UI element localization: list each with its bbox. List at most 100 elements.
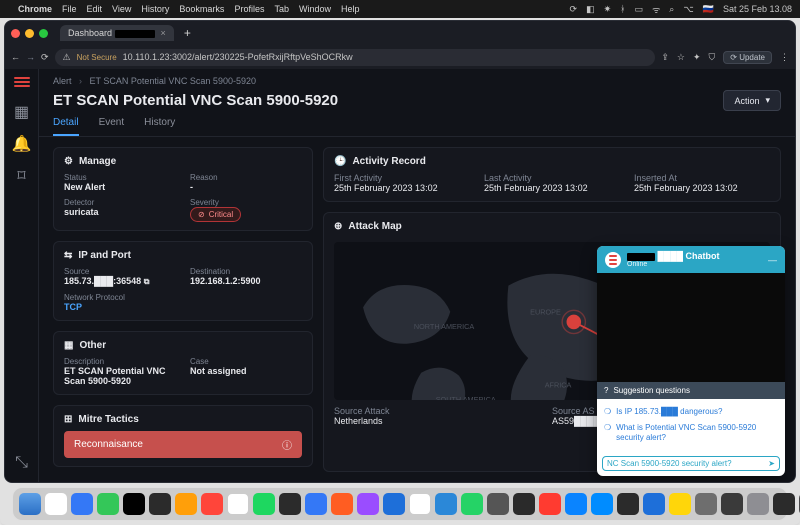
detector-value: suricata <box>64 207 176 217</box>
clock-icon: 🕒 <box>334 156 346 167</box>
wifi-icon[interactable]: ᯤ <box>652 3 660 16</box>
extensions-icon[interactable]: ✦ <box>693 52 701 63</box>
menu-window[interactable]: Window <box>299 4 331 14</box>
tab-strip: Dashboard × + <box>5 21 795 45</box>
control-center-icon[interactable]: ⌥ <box>683 4 693 15</box>
dest-ip[interactable]: 192.168.1.2:5900 <box>190 276 302 286</box>
question-circle-icon: ❍ <box>604 407 611 417</box>
globe-icon: ⊕ <box>334 221 342 232</box>
inserted-at: 25th February 2023 13:02 <box>634 183 770 193</box>
search-icon[interactable]: ⌕ <box>669 4 674 15</box>
chatbot-widget: ████ Chatbot Online — ?Suggestion questi… <box>597 246 785 476</box>
menu-view[interactable]: View <box>112 4 131 14</box>
mitre-card: ⊞Mitre Tactics Reconnaisanceⓘ <box>53 405 313 467</box>
question-circle-icon: ❍ <box>604 423 611 443</box>
severity-badge: ⊘Critical <box>190 207 241 222</box>
rail-alerts-icon[interactable]: 🔔 <box>13 135 31 153</box>
protocol-value: TCP <box>64 302 302 312</box>
svg-text:SOUTH AMERICA: SOUTH AMERICA <box>436 395 496 400</box>
status-icon[interactable]: ✷ <box>604 4 612 15</box>
back-button[interactable]: ← <box>11 52 20 62</box>
activity-card: 🕒Activity Record First Activity25th Febr… <box>323 147 781 202</box>
chat-input[interactable] <box>607 459 768 468</box>
star-icon[interactable]: ☆ <box>677 52 685 63</box>
chatbot-name: ████ Chatbot <box>627 251 720 261</box>
close-tab-icon[interactable]: × <box>161 28 166 38</box>
svg-text:EUROPE: EUROPE <box>530 308 561 317</box>
window-controls[interactable] <box>11 29 48 38</box>
settings-icon: ⚙ <box>64 156 73 167</box>
not-secure-label: Not Secure <box>77 53 117 62</box>
macos-dock[interactable] <box>12 487 788 521</box>
tab-detail[interactable]: Detail <box>53 117 79 136</box>
other-card: ▦Other DescriptionET SCAN Potential VNC … <box>53 331 313 395</box>
macos-menubar: Chrome File Edit View History Bookmarks … <box>0 0 800 18</box>
breadcrumb-root[interactable]: Alert <box>53 76 72 86</box>
breadcrumb-current: ET SCAN Potential VNC Scan 5900-5920 <box>90 76 256 86</box>
menubar-clock[interactable]: Sat 25 Feb 13.08 <box>723 4 792 14</box>
flag-icon[interactable]: 🇷🇺 <box>703 4 714 15</box>
menu-file[interactable]: File <box>62 4 77 14</box>
status-icon[interactable]: ⟳ <box>570 4 578 15</box>
send-icon[interactable]: ➤ <box>768 459 775 468</box>
tactics-icon: ⊞ <box>64 414 72 425</box>
suggestion-2[interactable]: ❍What is Potential VNC Scan 5900-5920 se… <box>604 420 778 446</box>
svg-text:AFRICA: AFRICA <box>545 380 572 389</box>
tab-title: Dashboard <box>68 28 155 38</box>
suggestion-1[interactable]: ❍Is IP 185.73.███ dangerous? <box>604 404 778 420</box>
url-text: 10.110.1.23:3002/alert/230225-PofetRxijR… <box>123 52 353 62</box>
menu-edit[interactable]: Edit <box>87 4 103 14</box>
url-field[interactable]: ⚠ Not Secure 10.110.1.23:3002/alert/2302… <box>55 49 656 66</box>
rail-archive-icon[interactable]: ⌑ <box>13 167 31 185</box>
case-value: Not assigned <box>190 366 302 376</box>
chrome-window: Dashboard × + ← → ⟳ ⚠ Not Secure 10.110.… <box>4 20 796 483</box>
menu-tab[interactable]: Tab <box>274 4 289 14</box>
chat-input-container: ➤ <box>602 456 780 471</box>
address-bar: ← → ⟳ ⚠ Not Secure 10.110.1.23:3002/aler… <box>5 45 795 69</box>
alert-icon: ⊘ <box>198 210 205 219</box>
first-activity: 25th February 2023 13:02 <box>334 183 470 193</box>
menu-help[interactable]: Help <box>341 4 360 14</box>
status-icon[interactable]: ◧ <box>586 4 595 15</box>
chatbot-status: Online <box>627 261 720 268</box>
mitre-tactic-item[interactable]: Reconnaisanceⓘ <box>64 431 302 458</box>
rail-dashboard-icon[interactable]: ▦ <box>13 103 31 121</box>
app-logo[interactable] <box>14 77 30 89</box>
left-rail: ▦ 🔔 ⌑ ⤡ <box>5 69 39 482</box>
question-icon: ? <box>604 386 608 395</box>
minimize-icon[interactable]: — <box>768 255 777 265</box>
breadcrumb: Alert › ET SCAN Potential VNC Scan 5900-… <box>39 69 795 86</box>
tab-history[interactable]: History <box>144 117 175 136</box>
menu-profiles[interactable]: Profiles <box>234 4 264 14</box>
bluetooth-icon[interactable]: ᚼ <box>620 4 625 14</box>
menubar-app[interactable]: Chrome <box>18 4 52 14</box>
rail-expand-icon[interactable]: ⤡ <box>13 454 31 472</box>
reload-button[interactable]: ⟳ <box>41 52 49 63</box>
kebab-menu-icon[interactable]: ⋮ <box>780 52 789 63</box>
page-title: ET SCAN Potential VNC Scan 5900-5920 <box>53 92 338 109</box>
shield-icon[interactable]: ⛉ <box>709 52 716 63</box>
grid-icon: ▦ <box>64 340 73 351</box>
new-tab-button[interactable]: + <box>180 26 195 40</box>
tab-event[interactable]: Event <box>99 117 125 136</box>
chatbot-body <box>597 273 785 382</box>
network-icon: ⇆ <box>64 250 72 261</box>
info-icon: ⓘ <box>282 437 292 452</box>
content-tabs: Detail Event History <box>39 111 795 137</box>
browser-tab[interactable]: Dashboard × <box>60 25 174 41</box>
suggestions-header: ?Suggestion questions <box>597 382 785 399</box>
source-ip[interactable]: 185.73.███:36548 ⧉ <box>64 276 176 287</box>
chatbot-header[interactable]: ████ Chatbot Online — <box>597 246 785 273</box>
status-value: New Alert <box>64 182 176 192</box>
update-chip[interactable]: ⟳ Update <box>723 51 772 64</box>
battery-icon[interactable]: ▭ <box>635 4 644 15</box>
svg-text:NORTH AMERICA: NORTH AMERICA <box>414 322 474 331</box>
share-icon[interactable]: ⇪ <box>661 52 669 63</box>
description-value: ET SCAN Potential VNC Scan 5900-5920 <box>64 366 176 386</box>
manage-card: ⚙Manage StatusNew Alert Reason- Detector… <box>53 147 313 231</box>
action-button[interactable]: Action▾ <box>723 90 781 111</box>
forward-button[interactable]: → <box>26 52 35 62</box>
menu-bookmarks[interactable]: Bookmarks <box>179 4 224 14</box>
source-country: Netherlands <box>334 416 552 426</box>
menu-history[interactable]: History <box>141 4 169 14</box>
